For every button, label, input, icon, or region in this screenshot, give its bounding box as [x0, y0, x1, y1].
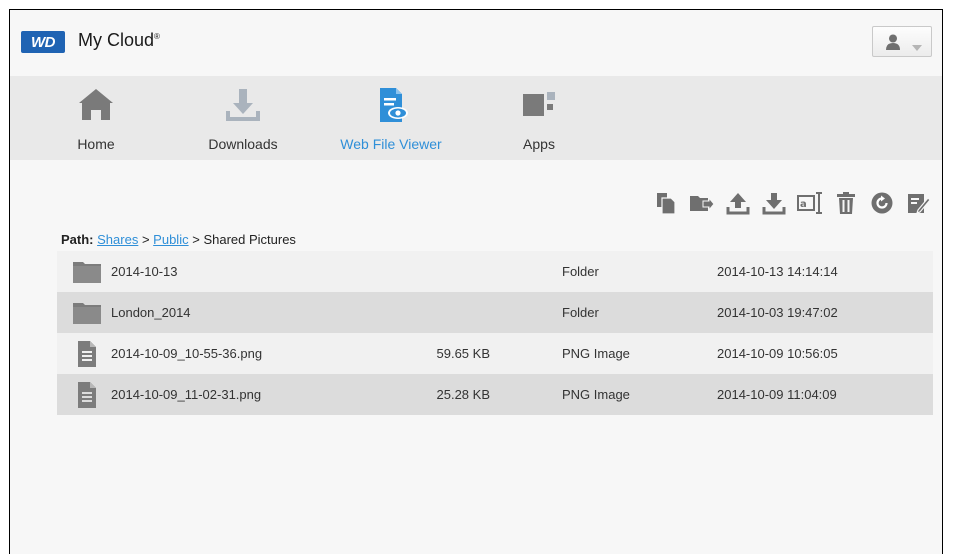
- apps-icon: [520, 86, 558, 127]
- nav-item-apps[interactable]: Apps: [474, 76, 604, 160]
- file-modified: 2014-10-09 10:56:05: [717, 346, 838, 361]
- nav-item-downloads[interactable]: Downloads: [178, 76, 308, 160]
- path-label: Path:: [61, 232, 94, 247]
- file-type: PNG Image: [562, 346, 630, 361]
- downloads-icon: [224, 86, 262, 127]
- header: WD My Cloud®: [10, 10, 942, 76]
- document-icon: [76, 340, 98, 371]
- file-size: 25.28 KB: [436, 387, 491, 402]
- download-button[interactable]: [760, 191, 788, 219]
- file-name: London_2014: [111, 305, 191, 320]
- file-type: Folder: [562, 305, 599, 320]
- breadcrumb-separator: >: [192, 232, 200, 247]
- app-title-text: My Cloud: [78, 30, 155, 50]
- app-title: My Cloud®: [78, 30, 160, 51]
- delete-button[interactable]: [832, 191, 860, 219]
- refresh-button[interactable]: [868, 191, 896, 219]
- table-row[interactable]: London_2014 Folder 2014-10-03 19:47:02: [57, 292, 933, 333]
- folder-icon: [72, 258, 102, 287]
- user-icon: [884, 33, 902, 56]
- folder-icon: [72, 299, 102, 328]
- file-modified: 2014-10-03 19:47:02: [717, 305, 838, 320]
- nav-item-web-file-viewer[interactable]: Web File Viewer: [326, 76, 456, 160]
- breadcrumb-shares[interactable]: Shares: [97, 232, 138, 247]
- breadcrumb-public[interactable]: Public: [153, 232, 188, 247]
- table-row[interactable]: 2014-10-13 Folder 2014-10-13 14:14:14: [57, 251, 933, 292]
- upload-button[interactable]: [724, 191, 752, 219]
- delete-icon: [834, 191, 858, 220]
- nav-label-home: Home: [77, 136, 115, 152]
- breadcrumb: Path: Shares > Public > Shared Pictures: [61, 232, 296, 247]
- edit-button[interactable]: [904, 191, 932, 219]
- main-nav: Home Downloads Web File Viewer Apps: [10, 76, 942, 160]
- web-file-viewer-icon: [372, 86, 410, 129]
- copy-button[interactable]: [652, 191, 680, 219]
- app-window: WD My Cloud® Home Downloads Web File Vie…: [9, 9, 943, 554]
- file-modified: 2014-10-09 11:04:09: [717, 387, 837, 402]
- refresh-icon: [870, 191, 894, 220]
- nav-label-web-file-viewer: Web File Viewer: [340, 136, 442, 152]
- rename-button[interactable]: a: [796, 191, 824, 219]
- nav-label-apps: Apps: [523, 136, 555, 152]
- nav-item-home[interactable]: Home: [31, 76, 161, 160]
- home-icon: [77, 86, 115, 127]
- move-button[interactable]: [688, 191, 716, 219]
- table-row[interactable]: 2014-10-09_10-55-36.png 59.65 KB PNG Ima…: [57, 333, 933, 374]
- copy-icon: [654, 191, 678, 220]
- rename-icon: a: [797, 191, 823, 220]
- file-name: 2014-10-09_10-55-36.png: [111, 346, 263, 361]
- breadcrumb-current: Shared Pictures: [203, 232, 296, 247]
- table-row[interactable]: 2014-10-09_11-02-31.png 25.28 KB PNG Ima…: [57, 374, 933, 415]
- file-modified: 2014-10-13 14:14:14: [717, 264, 838, 279]
- file-type: PNG Image: [562, 387, 630, 402]
- move-icon: [689, 191, 715, 220]
- edit-icon: [906, 191, 931, 220]
- chevron-down-icon: [911, 39, 923, 57]
- download-icon: [762, 191, 786, 220]
- file-toolbar: a: [652, 191, 932, 219]
- svg-text:a: a: [800, 199, 807, 210]
- file-type: Folder: [562, 264, 599, 279]
- wd-logo[interactable]: WD: [21, 31, 65, 53]
- registered-mark: ®: [154, 32, 160, 41]
- breadcrumb-separator: >: [141, 232, 150, 247]
- file-size: 59.65 KB: [436, 346, 491, 361]
- upload-icon: [726, 191, 750, 220]
- file-name: 2014-10-09_11-02-31.png: [111, 387, 262, 402]
- file-list: 2014-10-13 Folder 2014-10-13 14:14:14 Lo…: [57, 251, 933, 415]
- file-name: 2014-10-13: [111, 264, 178, 279]
- nav-label-downloads: Downloads: [208, 136, 278, 152]
- document-icon: [76, 381, 98, 412]
- user-menu-button[interactable]: [872, 26, 932, 57]
